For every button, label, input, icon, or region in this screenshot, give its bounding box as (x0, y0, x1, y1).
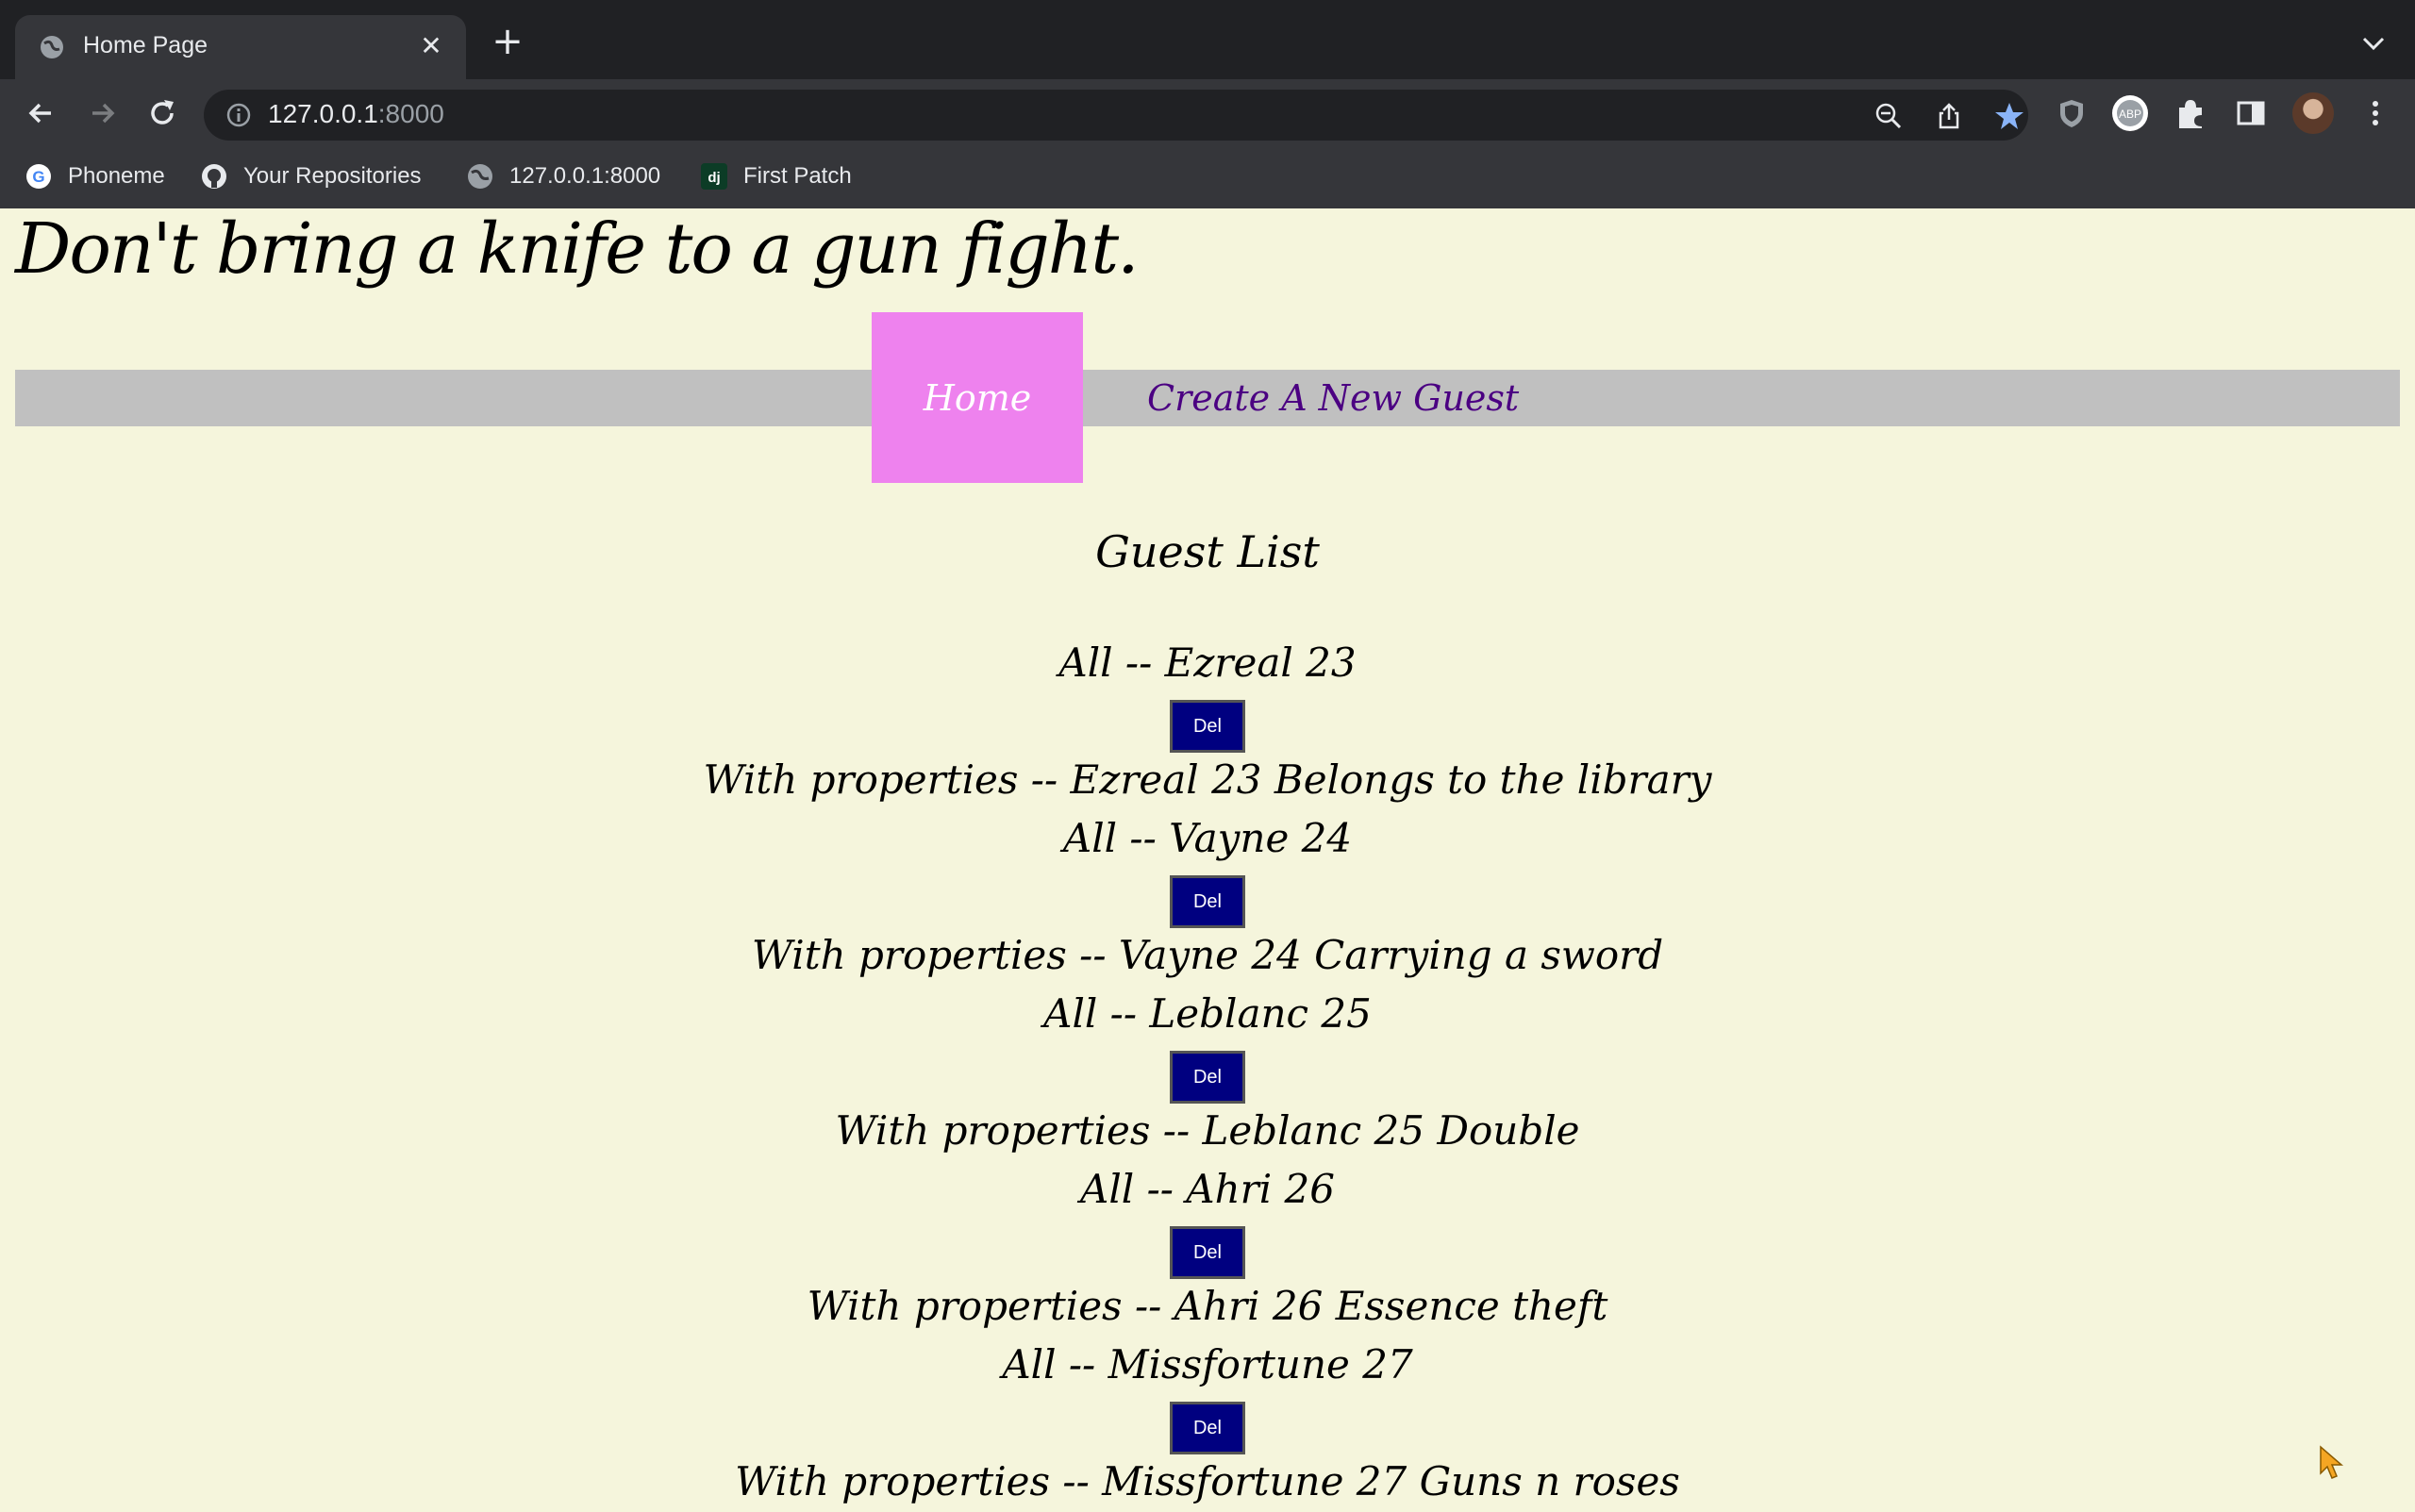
delete-button[interactable]: Del (1170, 1402, 1245, 1454)
svg-text:G: G (32, 168, 44, 186)
guest-entry: All -- Vayne 24 Del With properties -- V… (0, 810, 2415, 986)
address-bar[interactable]: 127.0.0.1:8000 (204, 90, 2028, 141)
guest-all-text: All -- Vayne 24 (1062, 815, 1353, 861)
guest-all-text: All -- Missfortune 27 (1002, 1341, 1413, 1387)
reload-icon[interactable] (143, 94, 181, 132)
django-icon: dj (701, 163, 727, 190)
guest-all-text: All -- Ahri 26 (1080, 1166, 1335, 1212)
svg-text:dj: dj (708, 170, 720, 186)
shield-extension-icon[interactable] (2053, 94, 2090, 132)
guest-properties-text: With properties -- Ahri 26 Essence theft (807, 1283, 1608, 1329)
nav-create-guest-link[interactable]: Create A New Guest (1147, 369, 1519, 427)
mouse-cursor-icon (2320, 1445, 2344, 1479)
puzzle-icon[interactable] (2172, 94, 2209, 132)
tab-strip: Home Page ✕ + (0, 0, 2415, 79)
guest-entry: All -- Ahri 26 Del With properties -- Ah… (0, 1161, 2415, 1337)
github-icon (202, 164, 226, 189)
tab-title: Home Page (83, 32, 208, 58)
bookmark-label: Phoneme (68, 163, 165, 189)
bookmark-label: Your Repositories (243, 163, 422, 189)
guest-properties-text: With properties -- Leblanc 25 Double (835, 1107, 1580, 1154)
url-port: :8000 (377, 99, 444, 128)
bookmark-localhost[interactable]: 127.0.0.1:8000 (466, 160, 660, 192)
forward-arrow-icon[interactable] (83, 94, 121, 132)
back-arrow-icon[interactable] (23, 94, 60, 132)
guest-all-text: All -- Ezreal 23 (1058, 640, 1357, 686)
guest-properties-text: With properties -- Vayne 24 Carrying a s… (751, 932, 1664, 978)
delete-button[interactable]: Del (1170, 700, 1245, 753)
adblock-icon[interactable]: ABP (2111, 94, 2149, 132)
bookmark-first-patch[interactable]: dj First Patch (700, 160, 852, 192)
bookmark-label: 127.0.0.1:8000 (509, 163, 661, 189)
new-tab-button[interactable]: + (491, 23, 525, 60)
delete-button[interactable]: Del (1170, 875, 1245, 928)
close-tab-icon[interactable]: ✕ (415, 30, 447, 62)
bookmark-your-repositories[interactable]: Your Repositories (200, 160, 422, 192)
kebab-menu-icon[interactable] (2357, 94, 2394, 132)
nav-home-link[interactable]: Home (872, 312, 1083, 483)
url-host: 127.0.0.1 (268, 99, 378, 128)
guest-list-title: Guest List (1095, 526, 1320, 577)
browser-tab[interactable]: Home Page ✕ (15, 15, 466, 79)
svg-text:ABP: ABP (2119, 108, 2141, 121)
guest-list: All -- Ezreal 23 Del With properties -- … (0, 635, 2415, 1512)
share-icon[interactable] (1934, 101, 1964, 131)
guest-entry: All -- Ezreal 23 Del With properties -- … (0, 635, 2415, 810)
google-icon: G (26, 164, 51, 189)
zoom-icon[interactable] (1874, 101, 1904, 131)
globe-icon (41, 36, 63, 58)
bookmark-label: First Patch (743, 163, 852, 189)
info-icon[interactable] (225, 101, 253, 129)
browser-chrome: Home Page ✕ + 127.0.0.1:8000 ABP G Phone… (0, 0, 2415, 208)
page-content: Don't bring a knife to a gun fight. Home… (0, 208, 2415, 1509)
guest-properties-text: With properties -- Ezreal 23 Belongs to … (703, 756, 1712, 803)
delete-button[interactable]: Del (1170, 1051, 1245, 1104)
bookmarks-bar: G Phoneme Your Repositories 127.0.0.1:80… (0, 155, 2415, 198)
guest-properties-text: With properties -- Missfortune 27 Guns n… (735, 1458, 1680, 1504)
page-headline: Don't bring a knife to a gun fight. (15, 208, 1140, 290)
guest-all-text: All -- Leblanc 25 (1043, 990, 1372, 1037)
profile-avatar[interactable] (2292, 92, 2334, 134)
guest-entry: All -- Leblanc 25 Del With properties --… (0, 986, 2415, 1161)
globe-icon (468, 164, 492, 189)
bookmark-phoneme[interactable]: G Phoneme (25, 160, 165, 192)
side-panel-icon[interactable] (2232, 94, 2270, 132)
guest-entry: All -- Missfortune 27 Del With propertie… (0, 1337, 2415, 1512)
delete-button[interactable]: Del (1170, 1226, 1245, 1279)
bookmark-star-icon[interactable] (1994, 101, 2024, 131)
url-text: 127.0.0.1:8000 (268, 99, 444, 129)
chevron-down-icon[interactable] (2357, 30, 2390, 57)
